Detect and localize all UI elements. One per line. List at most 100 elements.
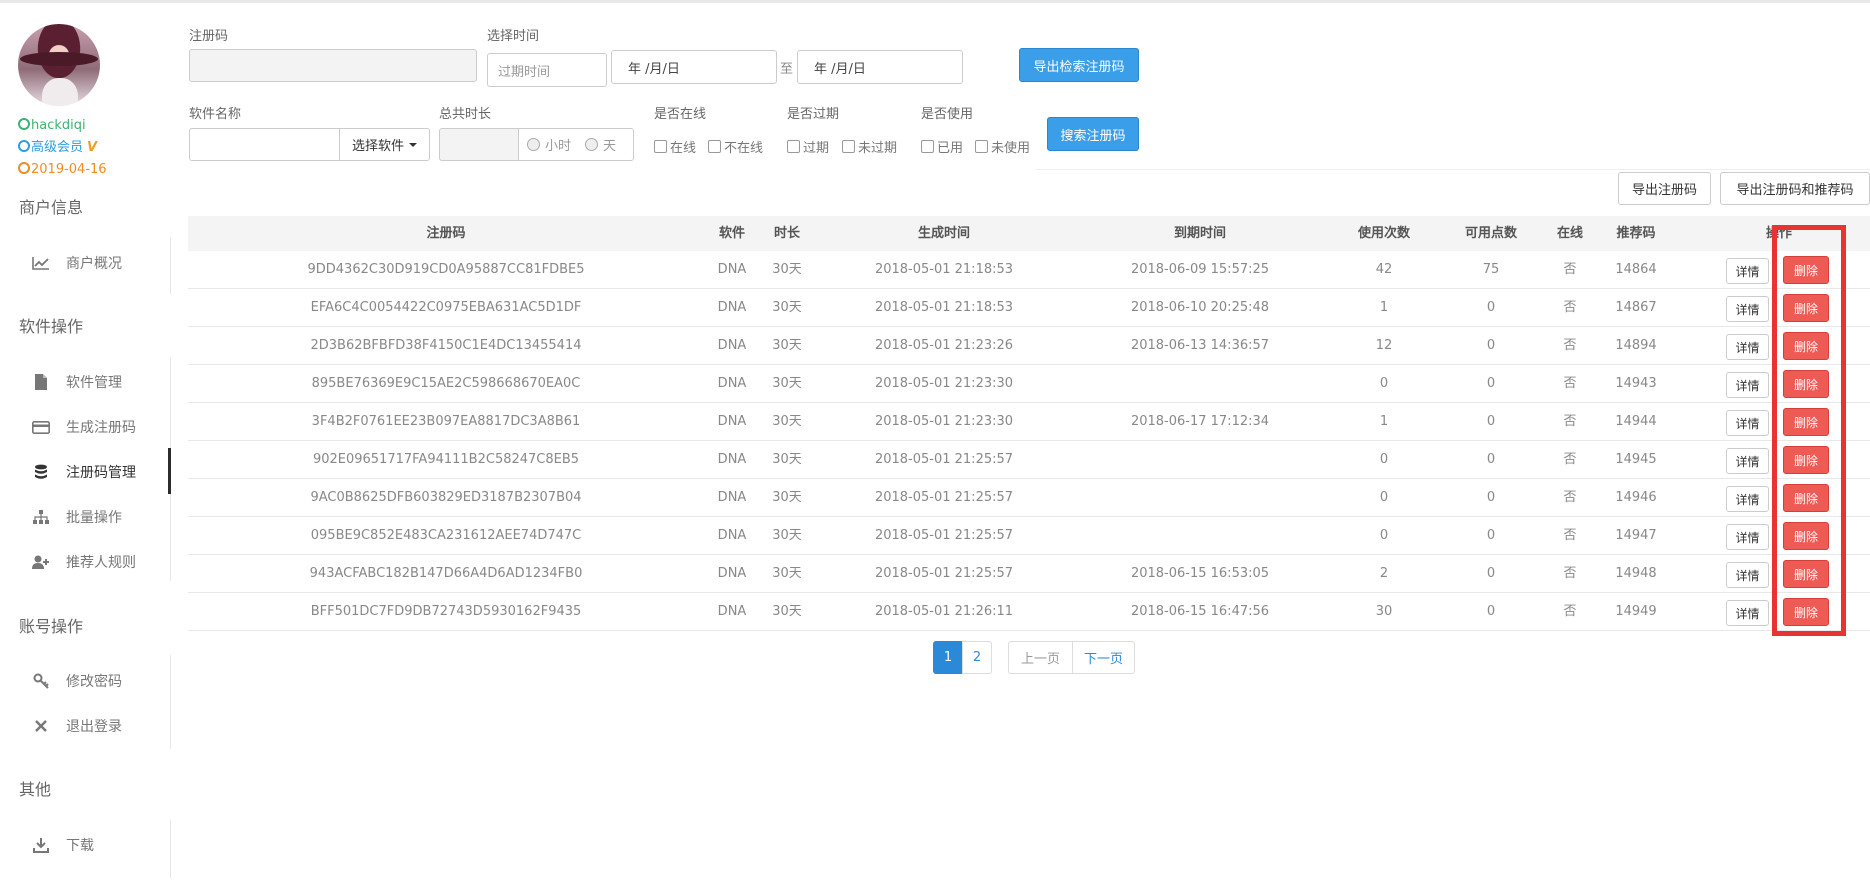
avatar[interactable] <box>18 24 100 106</box>
expired-yes-option[interactable]: 过期 <box>787 137 829 156</box>
detail-button[interactable]: 详情 <box>1726 448 1769 474</box>
cell-uses: 12 <box>1375 338 1393 353</box>
time-type-select[interactable]: 过期时间 <box>487 53 607 87</box>
unit-day-radio[interactable] <box>585 138 599 151</box>
unit-hour-radio[interactable] <box>527 138 540 151</box>
cell-ref: 14943 <box>1615 376 1657 391</box>
used-yes-option[interactable]: 已用 <box>921 137 963 156</box>
choose-software-button[interactable]: 选择软件 <box>339 128 430 161</box>
online-label: 是否在线 <box>654 107 707 122</box>
sidebar-item-batch[interactable]: 批量操作 <box>32 507 122 527</box>
detail-button[interactable]: 详情 <box>1726 296 1769 322</box>
page-1-button[interactable]: 1 <box>933 641 963 674</box>
cell-points: 0 <box>1486 604 1496 619</box>
cell-online: 否 <box>1563 300 1577 315</box>
detail-button[interactable]: 详情 <box>1726 562 1769 588</box>
detail-button[interactable]: 详情 <box>1726 486 1769 512</box>
section-title-account: 账号操作 <box>19 617 84 636</box>
export-search-button[interactable]: 导出检索注册码 <box>1019 48 1139 82</box>
sidebar-item-change-password[interactable]: 修改密码 <box>32 671 122 691</box>
export-codes-button[interactable]: 导出注册码 <box>1618 172 1711 205</box>
date-from-input[interactable]: 年 /月/日 <box>611 50 777 84</box>
cell-ref: 14947 <box>1615 528 1657 543</box>
cell-online: 否 <box>1563 566 1577 581</box>
expired-no-option[interactable]: 未过期 <box>842 137 897 156</box>
highlight-box <box>1772 225 1846 636</box>
cell-code: 2D3B62BFBFD38F4150C1E4DC13455414 <box>310 338 582 353</box>
expired-yes-checkbox[interactable] <box>787 140 800 153</box>
used-no-checkbox[interactable] <box>975 140 988 153</box>
detail-button[interactable]: 详情 <box>1726 600 1769 626</box>
cell-duration: 30天 <box>772 566 802 581</box>
export-codes-ref-button[interactable]: 导出注册码和推荐码 <box>1720 172 1870 205</box>
sidebar: hackdiqi 高级会员 V 2019-04-16 商户信息 商户概况 软件操作… <box>0 0 171 885</box>
cell-created: 2018-05-01 21:23:26 <box>874 338 1014 353</box>
detail-button[interactable]: 详情 <box>1726 524 1769 550</box>
online-yes-label: 在线 <box>670 141 697 156</box>
cell-code: 895BE76369E9C15AE2C598668670EA0C <box>311 376 581 391</box>
cell-ref: 14946 <box>1615 490 1657 505</box>
sidebar-item-download[interactable]: 下载 <box>32 835 94 855</box>
sidebar-item-code-manage[interactable]: 注册码管理 <box>32 462 136 482</box>
cell-created: 2018-05-01 21:25:57 <box>874 566 1014 581</box>
online-no-option[interactable]: 不在线 <box>708 137 763 156</box>
cell-software: DNA <box>717 376 747 391</box>
table-row: 895BE76369E9C15AE2C598668670EA0C DNA 30天 20… <box>188 365 1870 403</box>
prev-page-button[interactable]: 上一页 <box>1008 641 1073 674</box>
section-title-other: 其他 <box>19 780 52 799</box>
column-header-uses: 使用次数 <box>1357 226 1411 241</box>
cell-expires: 2018-06-10 20:25:48 <box>1130 300 1270 315</box>
date-to-input[interactable]: 年 /月/日 <box>797 50 963 84</box>
search-button[interactable]: 搜索注册码 <box>1047 117 1139 151</box>
used-yes-checkbox[interactable] <box>921 140 934 153</box>
detail-button[interactable]: 详情 <box>1726 334 1769 360</box>
sitemap-icon <box>32 509 50 525</box>
cell-uses: 0 <box>1379 528 1389 543</box>
next-page-button[interactable]: 下一页 <box>1072 641 1135 674</box>
cell-code: 3F4B2F0761EE23B097EA8817DC3A8B61 <box>311 414 581 429</box>
page-2-button[interactable]: 2 <box>962 641 992 674</box>
code-input[interactable] <box>189 49 477 82</box>
sidebar-item-label: 修改密码 <box>66 674 122 690</box>
used-yes-label: 已用 <box>937 141 964 156</box>
table-row: 943ACFABC182B147D66A4D6AD1234FB0 DNA 30天 20… <box>188 555 1870 593</box>
download-icon <box>32 837 50 853</box>
sidebar-item-software-manage[interactable]: 软件管理 <box>32 372 122 392</box>
cell-uses: 30 <box>1375 604 1393 619</box>
cell-duration: 30天 <box>772 338 802 353</box>
online-yes-option[interactable]: 在线 <box>654 137 696 156</box>
cell-expires: 2018-06-09 15:57:25 <box>1130 262 1270 277</box>
sidebar-item-generate-code[interactable]: 生成注册码 <box>32 417 136 437</box>
column-header-duration: 时长 <box>773 226 801 241</box>
cell-created: 2018-05-01 21:25:57 <box>874 452 1014 467</box>
cell-software: DNA <box>717 262 747 277</box>
sidebar-item-logout[interactable]: 退出登录 <box>32 716 122 736</box>
duration-input[interactable] <box>439 128 519 161</box>
detail-button[interactable]: 详情 <box>1726 258 1769 284</box>
detail-button[interactable]: 详情 <box>1726 372 1769 398</box>
column-header-points: 可用点数 <box>1464 226 1518 241</box>
cell-online: 否 <box>1563 376 1577 391</box>
date-range-separator: 至 <box>780 62 794 77</box>
expired-no-checkbox[interactable] <box>842 140 855 153</box>
online-yes-checkbox[interactable] <box>654 140 667 153</box>
file-icon <box>32 374 50 390</box>
table-row: BFF501DC7FD9DB72743D5930162F9435 DNA 30天 20… <box>188 593 1870 631</box>
column-header-created: 生成时间 <box>917 226 971 241</box>
cell-duration: 30天 <box>772 414 802 429</box>
sidebar-item-overview[interactable]: 商户概况 <box>32 253 122 273</box>
duration-label: 总共时长 <box>439 107 492 122</box>
vip-icon: V <box>87 140 98 155</box>
software-input[interactable] <box>189 128 341 161</box>
sidebar-item-referrer-rules[interactable]: 推荐人规则 <box>32 552 136 572</box>
cell-ref: 14864 <box>1615 262 1657 277</box>
status-ring-icon <box>18 140 30 152</box>
key-icon <box>32 673 50 689</box>
cell-software: DNA <box>717 566 747 581</box>
online-no-checkbox[interactable] <box>708 140 721 153</box>
sidebar-item-label: 注册码管理 <box>66 465 136 481</box>
caret-down-icon <box>409 142 417 147</box>
detail-button[interactable]: 详情 <box>1726 410 1769 436</box>
used-no-option[interactable]: 未使用 <box>975 137 1030 156</box>
column-header-ref: 推荐码 <box>1616 226 1656 241</box>
